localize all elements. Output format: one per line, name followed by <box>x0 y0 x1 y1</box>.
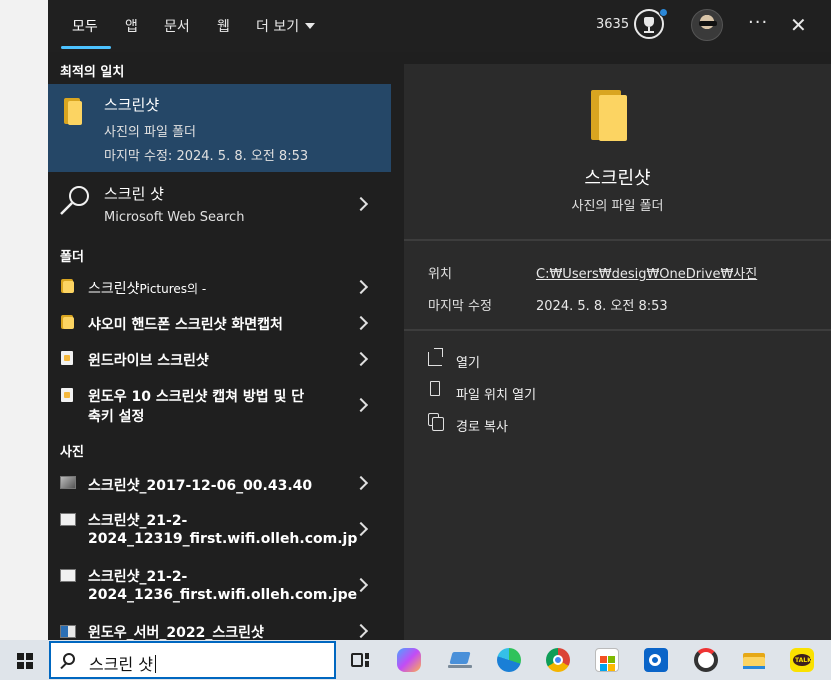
edge-icon[interactable] <box>497 648 521 672</box>
open-action[interactable]: 열기 <box>404 344 831 374</box>
location-link[interactable]: C:₩Users₩desig₩OneDrive₩사진 <box>536 263 757 282</box>
tab-more-label: 더 보기 <box>256 19 300 35</box>
file-location-icon <box>430 381 440 396</box>
copy-path-label: 경로 복사 <box>456 420 508 435</box>
image-thumbnail-icon <box>60 625 76 638</box>
location-label: 위치 <box>428 267 452 282</box>
modified-value: 2024. 5. 8. 오전 8:53 <box>536 299 668 314</box>
outlook-icon[interactable] <box>644 648 668 672</box>
laptop-icon[interactable] <box>448 648 472 672</box>
list-item-title: 윈드라이브 스크린샷 <box>88 353 209 369</box>
list-item-title-line2: 2024_1236_first.wifi.olleh.com.jpe <box>88 587 358 603</box>
best-match-subtitle: 사진의 파일 폴더 <box>104 125 196 140</box>
list-item-title: 윈도우_서버_2022_스크린샷 <box>88 625 264 640</box>
tab-apps[interactable]: 앱 <box>125 16 138 36</box>
copy-path-action[interactable]: 경로 복사 <box>404 408 831 438</box>
folders-heading: 폴더 <box>60 250 84 265</box>
list-item-title: 스크린샷_21-2- <box>88 513 188 529</box>
search-tabs-bar: 모두 앱 문서 웹 더 보기 3635 ··· ✕ <box>48 0 831 52</box>
file-explorer-icon[interactable] <box>742 648 766 672</box>
search-panel: 모두 앱 문서 웹 더 보기 3635 ··· ✕ 최적의 일치 스크린샷 사진… <box>48 0 831 640</box>
store-icon[interactable] <box>595 648 619 672</box>
detail-title: 스크린샷 <box>584 168 651 189</box>
taskbar-search-input[interactable]: 스크린 샷 <box>49 641 336 679</box>
document-icon <box>61 388 73 402</box>
search-icon <box>63 653 75 665</box>
rewards-points: 3635 <box>596 17 630 32</box>
kakaotalk-label: TALK <box>795 657 812 664</box>
chrome-icon[interactable] <box>546 648 570 672</box>
image-thumbnail-icon <box>60 476 76 489</box>
image-thumbnail-icon <box>60 569 76 582</box>
search-query: 스크린 샷 <box>89 651 156 675</box>
active-tab-indicator <box>61 46 111 49</box>
detail-pane: 스크린샷 사진의 파일 폴더 위치 C:₩Users₩desig₩OneDriv… <box>404 64 831 640</box>
open-action-label: 열기 <box>456 356 480 371</box>
kakaotalk-icon[interactable]: TALK <box>790 648 814 672</box>
best-match-title: 스크린샷 <box>104 96 160 114</box>
list-item-title: 윈도우 10 스크린샷 캡쳐 방법 및 단 <box>88 389 305 405</box>
open-file-location-label: 파일 위치 열기 <box>456 388 537 403</box>
tab-more[interactable]: 더 보기 <box>256 16 316 36</box>
ellipsis-icon[interactable]: ··· <box>748 12 768 33</box>
copilot-icon[interactable] <box>397 648 421 672</box>
best-match-heading: 최적의 일치 <box>60 65 125 80</box>
tab-web[interactable]: 웹 <box>217 16 230 36</box>
open-external-icon <box>428 348 443 366</box>
list-item-title: 스크린샷_2017-12-06_00.43.40 <box>88 478 313 494</box>
open-file-location-action[interactable]: 파일 위치 열기 <box>404 376 831 406</box>
chevron-down-icon <box>305 23 316 29</box>
desktop-background <box>0 0 48 640</box>
copy-icon <box>428 413 444 431</box>
tab-documents[interactable]: 문서 <box>164 16 190 36</box>
web-search-title: 스크린 샷 <box>104 185 164 203</box>
task-view-icon[interactable] <box>348 648 372 672</box>
search-icon <box>60 186 89 215</box>
capture-icon[interactable] <box>694 648 718 672</box>
windows-start-icon[interactable] <box>17 653 33 669</box>
divider <box>404 239 831 241</box>
divider <box>404 329 831 331</box>
best-match-modified: 마지막 수정: 2024. 5. 8. 오전 8:53 <box>104 149 309 164</box>
text-cursor <box>154 655 156 673</box>
taskbar: 스크린 샷 TALK <box>0 640 831 680</box>
list-item-title: 스크린샷_21-2- <box>88 569 188 585</box>
list-item-title-line2: 2024_12319_first.wifi.olleh.com.jp <box>88 531 358 547</box>
photos-heading: 사진 <box>60 445 84 460</box>
tab-all[interactable]: 모두 <box>72 16 98 36</box>
detail-subtitle: 사진의 파일 폴더 <box>571 199 664 214</box>
web-search-subtitle: Microsoft Web Search <box>104 210 245 225</box>
list-item-title-line2: 축키 설정 <box>88 409 145 425</box>
document-icon <box>61 351 73 365</box>
list-item-title: 스크린샷Pictures의 - <box>88 281 207 297</box>
list-item-title: 샤오미 핸드폰 스크린샷 화면캡처 <box>88 317 283 333</box>
avatar[interactable] <box>691 9 723 41</box>
modified-label: 마지막 수정 <box>428 299 492 314</box>
close-icon[interactable]: ✕ <box>790 13 807 37</box>
notification-dot-icon <box>659 8 668 17</box>
image-thumbnail-icon <box>60 513 76 526</box>
